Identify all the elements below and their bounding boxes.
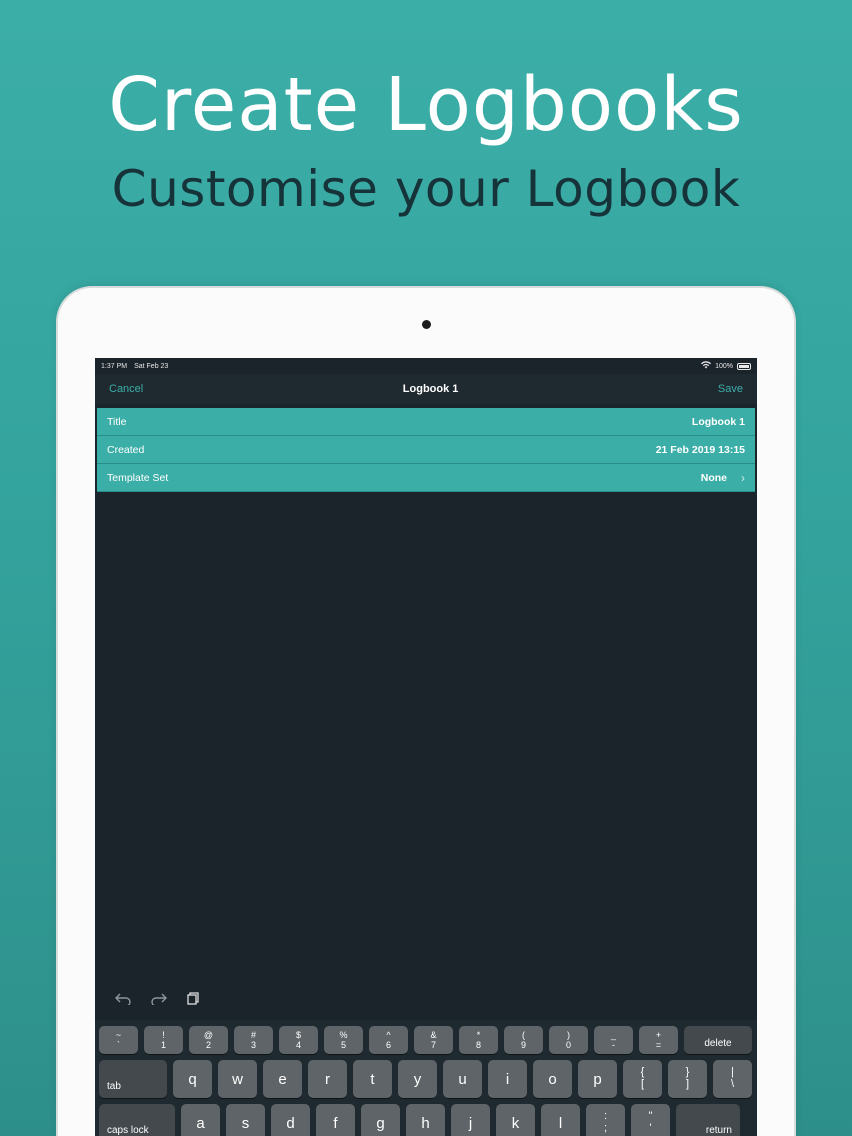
title-row[interactable]: Title Logbook 1 bbox=[97, 408, 755, 436]
battery-percent: 100% bbox=[715, 362, 733, 370]
logbook-form: Title Logbook 1 Created 21 Feb 2019 13:1… bbox=[97, 408, 755, 492]
key-o[interactable]: o bbox=[533, 1060, 572, 1098]
paste-icon[interactable] bbox=[187, 991, 199, 1009]
app-screen: 1:37 PM Sat Feb 23 100% Cancel Logbook 1… bbox=[95, 358, 757, 1136]
key-l[interactable]: l bbox=[541, 1104, 580, 1136]
key-8[interactable]: * 8 bbox=[459, 1026, 498, 1054]
tab-key[interactable]: tab bbox=[99, 1060, 167, 1098]
redo-icon[interactable] bbox=[151, 992, 167, 1009]
key-right-bracket[interactable]: }] bbox=[668, 1060, 707, 1098]
key-g[interactable]: g bbox=[361, 1104, 400, 1136]
keyboard-number-row: ~ ` ! 1 @2 #3 $4 % 5 ^ 6 & 7 * 8 (9 ) 0 _ - + = d… bbox=[95, 1026, 757, 1054]
key-left-bracket[interactable]: {[ bbox=[623, 1060, 662, 1098]
navigation-bar: Cancel Logbook 1 Save bbox=[95, 374, 757, 404]
on-screen-keyboard: ~ ` ! 1 @2 #3 $4 % 5 ^ 6 & 7 * 8 (9 ) 0 _ - + = d… bbox=[95, 1020, 757, 1136]
caps-lock-key[interactable]: caps lock bbox=[99, 1104, 175, 1136]
key-y[interactable]: y bbox=[398, 1060, 437, 1098]
chevron-right-icon: › bbox=[741, 470, 745, 485]
key-3[interactable]: #3 bbox=[234, 1026, 273, 1054]
key-i[interactable]: i bbox=[488, 1060, 527, 1098]
keyboard-home-row: caps lock a s d f g h j k l :; " ' return bbox=[95, 1104, 757, 1136]
battery-icon bbox=[737, 362, 751, 370]
key-t[interactable]: t bbox=[353, 1060, 392, 1098]
template-set-row[interactable]: Template Set None › bbox=[97, 464, 755, 492]
key-e[interactable]: e bbox=[263, 1060, 302, 1098]
keyboard-top-row: tab q w e r t y u i o p {[ }] | \ bbox=[95, 1060, 757, 1098]
page-subheadline: Customise your Logbook bbox=[111, 160, 741, 218]
key-p[interactable]: p bbox=[578, 1060, 617, 1098]
return-key[interactable]: return bbox=[676, 1104, 740, 1136]
status-bar: 1:37 PM Sat Feb 23 100% bbox=[95, 358, 757, 374]
key-r[interactable]: r bbox=[308, 1060, 347, 1098]
key-quote[interactable]: " ' bbox=[631, 1104, 670, 1136]
key-f[interactable]: f bbox=[316, 1104, 355, 1136]
key-k[interactable]: k bbox=[496, 1104, 535, 1136]
camera-icon bbox=[422, 320, 431, 329]
cancel-button[interactable]: Cancel bbox=[109, 383, 143, 395]
created-value: 21 Feb 2019 13:15 bbox=[655, 443, 745, 456]
key-0[interactable]: ) 0 bbox=[549, 1026, 588, 1054]
title-label: Title bbox=[107, 415, 127, 428]
key-a[interactable]: a bbox=[181, 1104, 220, 1136]
keyboard-shortcut-bar bbox=[95, 980, 757, 1020]
status-date: Sat Feb 23 bbox=[134, 362, 169, 370]
key-4[interactable]: $4 bbox=[279, 1026, 318, 1054]
undo-icon[interactable] bbox=[115, 992, 131, 1009]
key-9[interactable]: (9 bbox=[504, 1026, 543, 1054]
template-set-label: Template Set bbox=[107, 471, 169, 484]
key-d[interactable]: d bbox=[271, 1104, 310, 1136]
status-time: 1:37 PM bbox=[101, 362, 128, 370]
template-set-value: None bbox=[700, 471, 727, 484]
created-label: Created bbox=[107, 443, 145, 456]
key-q[interactable]: q bbox=[173, 1060, 212, 1098]
key-1[interactable]: ! 1 bbox=[144, 1026, 183, 1054]
page-headline: Create Logbooks bbox=[108, 62, 744, 148]
key-minus[interactable]: _ - bbox=[594, 1026, 633, 1054]
key-backtick[interactable]: ~ ` bbox=[99, 1026, 138, 1054]
nav-title: Logbook 1 bbox=[402, 383, 459, 395]
key-u[interactable]: u bbox=[443, 1060, 482, 1098]
key-7[interactable]: & 7 bbox=[414, 1026, 453, 1054]
key-j[interactable]: j bbox=[451, 1104, 490, 1136]
key-s[interactable]: s bbox=[226, 1104, 265, 1136]
key-5[interactable]: % 5 bbox=[324, 1026, 363, 1054]
wifi-icon bbox=[701, 361, 712, 371]
key-h[interactable]: h bbox=[406, 1104, 445, 1136]
key-backslash[interactable]: | \ bbox=[713, 1060, 752, 1098]
delete-key[interactable]: delete bbox=[684, 1026, 752, 1054]
title-value[interactable]: Logbook 1 bbox=[692, 416, 745, 428]
key-equals[interactable]: + = bbox=[639, 1026, 678, 1054]
ipad-frame: 1:37 PM Sat Feb 23 100% Cancel Logbook 1… bbox=[58, 288, 794, 1136]
created-row: Created 21 Feb 2019 13:15 bbox=[97, 436, 755, 464]
key-6[interactable]: ^ 6 bbox=[369, 1026, 408, 1054]
key-semicolon[interactable]: :; bbox=[586, 1104, 625, 1136]
key-2[interactable]: @2 bbox=[189, 1026, 228, 1054]
save-button[interactable]: Save bbox=[718, 383, 743, 395]
key-w[interactable]: w bbox=[218, 1060, 257, 1098]
